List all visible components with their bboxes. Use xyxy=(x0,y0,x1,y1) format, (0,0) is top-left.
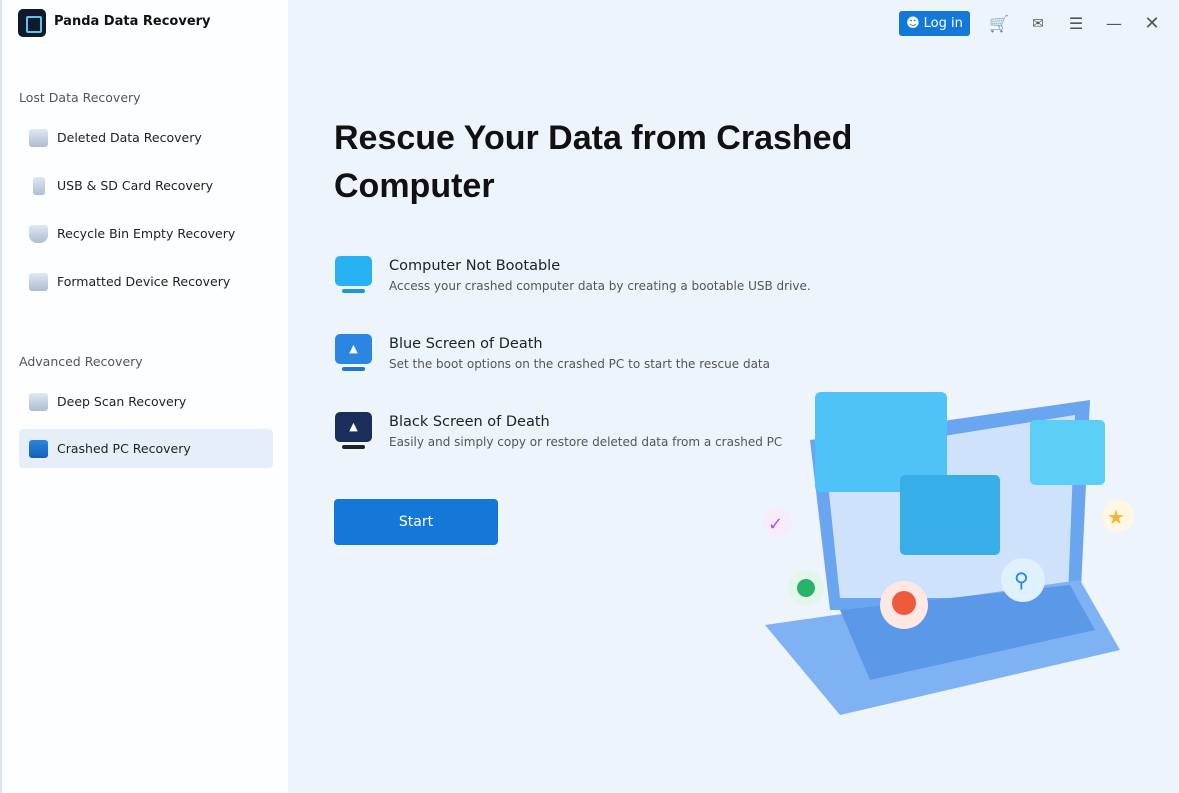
option-title: Computer Not Bootable xyxy=(389,258,561,274)
sidebar-item-crashed-pc[interactable]: Crashed PC Recovery xyxy=(19,429,273,468)
monitor-icon xyxy=(29,439,48,458)
option-blue-screen[interactable]: ▲ Blue Screen of Death Set the boot optio… xyxy=(334,334,770,372)
sidebar-item-label: Recycle Bin Empty Recovery xyxy=(57,226,236,241)
minimize-icon[interactable]: — xyxy=(1103,13,1125,35)
drive-icon xyxy=(29,272,48,291)
mail-icon[interactable]: ✉ xyxy=(1027,13,1049,35)
sidebar-item-label: Deleted Data Recovery xyxy=(57,130,202,145)
sidebar-item-recycle-bin[interactable]: Recycle Bin Empty Recovery xyxy=(19,214,273,253)
svg-text:⚲: ⚲ xyxy=(1014,568,1029,592)
login-button[interactable]: ☻ Log in xyxy=(899,11,970,36)
deep-scan-icon xyxy=(29,392,48,411)
folder-icon xyxy=(29,128,48,147)
menu-icon[interactable]: ☰ xyxy=(1065,13,1087,35)
monitor-icon xyxy=(334,256,373,294)
sidebar-item-deep-scan[interactable]: Deep Scan Recovery xyxy=(19,382,273,421)
usb-icon xyxy=(33,176,45,195)
start-button[interactable]: Start xyxy=(334,499,498,545)
option-desc: Access your crashed computer data by cre… xyxy=(389,279,811,293)
close-icon[interactable]: ✕ xyxy=(1141,13,1163,35)
section-label: Advanced Recovery xyxy=(19,354,143,369)
sidebar-item-formatted-device[interactable]: Formatted Device Recovery xyxy=(19,262,273,301)
option-black-screen[interactable]: ▲ Black Screen of Death Easily and simply… xyxy=(334,412,782,450)
option-computer-not-bootable[interactable]: Computer Not Bootable Access your crashed… xyxy=(334,256,811,294)
sidebar-item-deleted-data[interactable]: Deleted Data Recovery xyxy=(19,118,273,157)
option-desc: Set the boot options on the crashed PC t… xyxy=(389,357,770,371)
svg-text:✓: ✓ xyxy=(768,514,783,535)
cart-icon[interactable]: 🛒 xyxy=(988,13,1010,35)
sidebar-item-label: USB & SD Card Recovery xyxy=(57,178,214,193)
login-label: Log in xyxy=(923,16,963,31)
app-title: Panda Data Recovery xyxy=(54,14,211,29)
option-title: Black Screen of Death xyxy=(389,414,550,430)
warning-monitor-icon: ▲ xyxy=(334,334,373,372)
option-desc: Easily and simply copy or restore delete… xyxy=(389,435,783,449)
warning-monitor-icon: ▲ xyxy=(334,412,373,450)
sidebar-item-usb-sd[interactable]: USB & SD Card Recovery xyxy=(19,166,273,205)
svg-text:★: ★ xyxy=(1107,505,1125,529)
page-title: Rescue Your Data from Crashed Computer xyxy=(334,119,853,205)
laptop-illustration: ⚲ ✓ ★ xyxy=(764,392,1134,715)
sidebar-item-label: Crashed PC Recovery xyxy=(57,441,191,456)
recycle-bin-icon xyxy=(29,224,48,243)
sidebar: Panda Data Recovery Lost Data Recovery D… xyxy=(0,0,288,793)
app-logo xyxy=(18,9,46,37)
option-title: Blue Screen of Death xyxy=(389,336,543,352)
sidebar-item-label: Deep Scan Recovery xyxy=(57,394,187,409)
section-label: Lost Data Recovery xyxy=(19,90,141,105)
sidebar-item-label: Formatted Device Recovery xyxy=(57,274,231,289)
user-icon: ☻ xyxy=(906,16,920,31)
